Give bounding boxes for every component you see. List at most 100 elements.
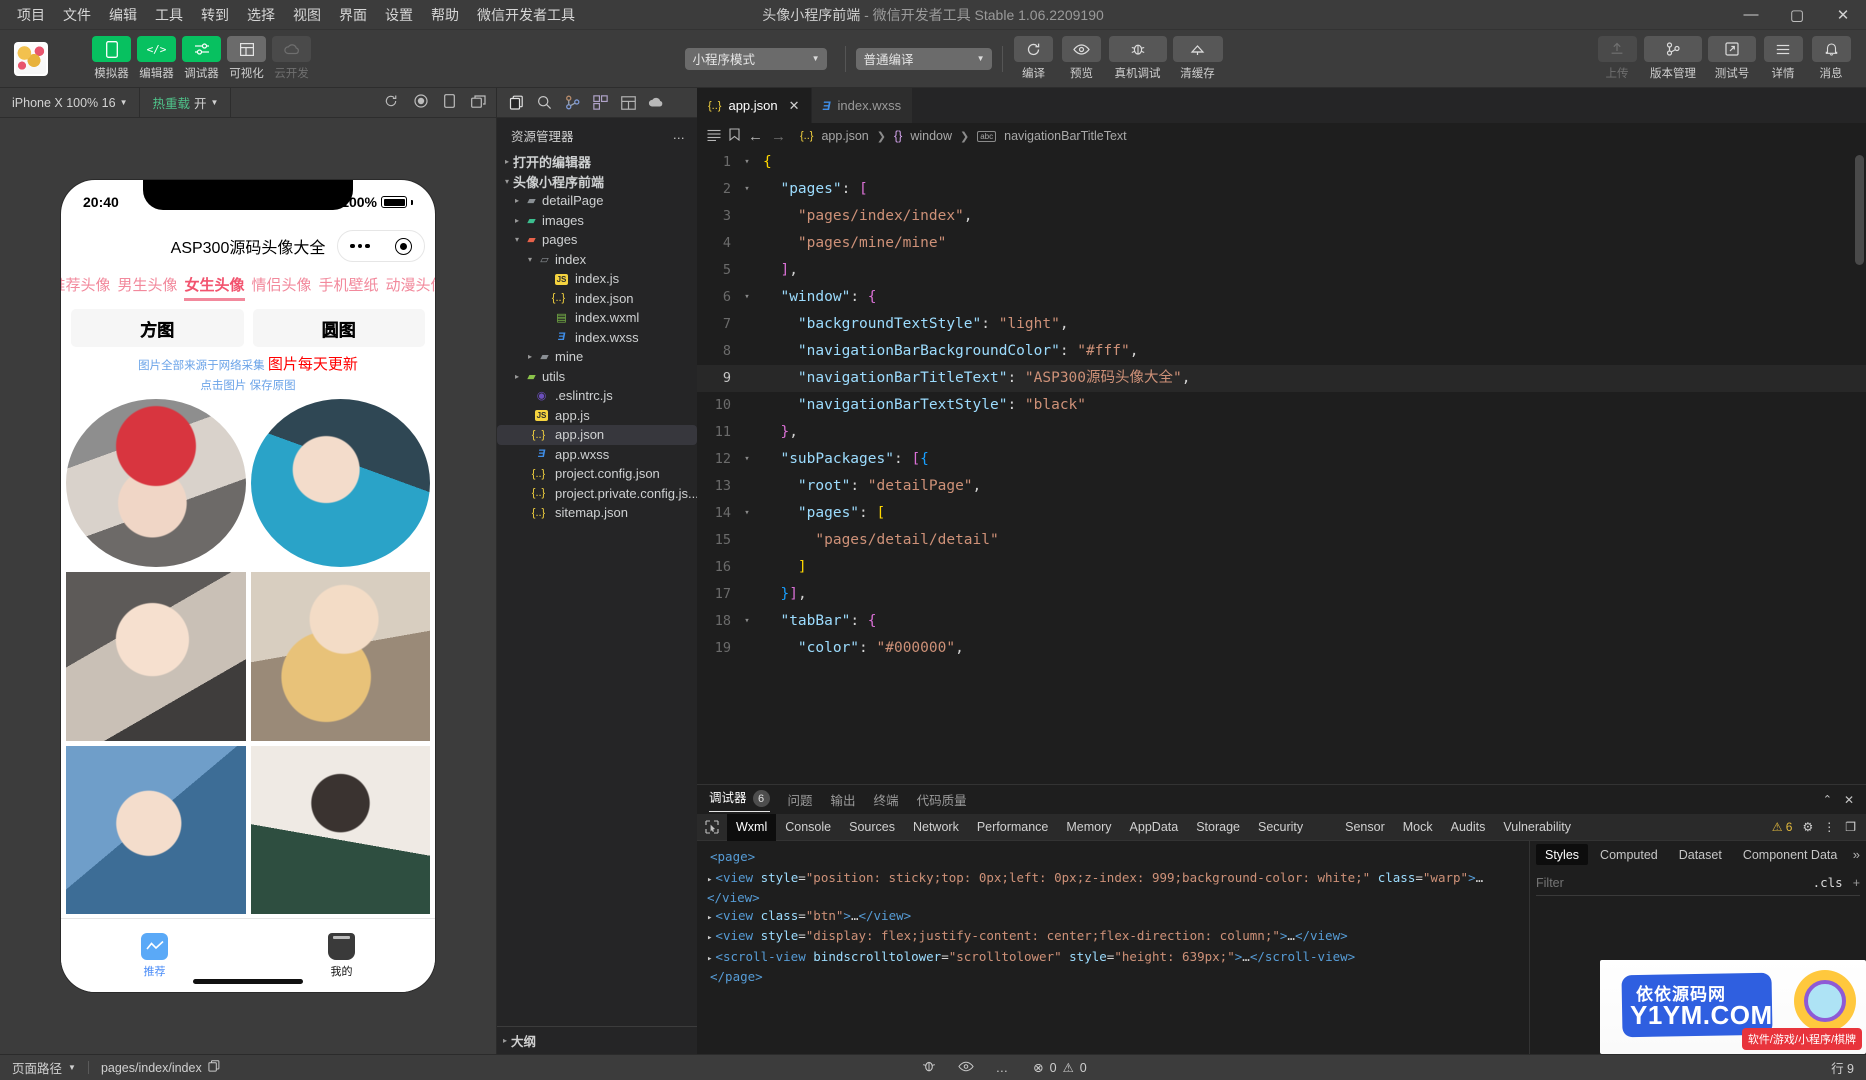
sim-window-icon[interactable]: [471, 94, 486, 111]
tree-item-detailpage[interactable]: ▸ ▰ detailPage: [497, 191, 697, 211]
mode-select[interactable]: 小程序模式 ▼: [684, 47, 827, 70]
breadcrumb-file[interactable]: app.json: [821, 129, 868, 143]
search-icon[interactable]: [531, 90, 557, 116]
sim-rotate-icon[interactable]: [444, 94, 455, 111]
menu-item-ui[interactable]: 界面: [330, 1, 376, 29]
tree-item-utils[interactable]: ▸ ▰ utils: [497, 367, 697, 387]
editor-outline-icon[interactable]: [707, 129, 721, 144]
editor-tab-app-json[interactable]: {..} app.json ✕: [697, 88, 812, 123]
copy-icon[interactable]: [503, 90, 529, 116]
menu-item-tools[interactable]: 工具: [146, 1, 192, 29]
tree-item-project-private-config[interactable]: {..} project.private.config.js...: [497, 484, 697, 504]
menu-item-devtools[interactable]: 微信开发者工具: [468, 1, 584, 29]
devtools-tab-vulnerability[interactable]: Vulnerability: [1494, 814, 1580, 841]
fold-toggle-icon[interactable]: ▾: [739, 284, 755, 311]
compile-button[interactable]: 编译: [1013, 36, 1055, 81]
wxml-tree[interactable]: <page> ▸ <view style="position: sticky;to…: [697, 841, 1529, 1054]
editor-scrollbar[interactable]: [1855, 155, 1864, 265]
fold-toggle-icon[interactable]: ▾: [739, 149, 755, 176]
tree-item-index-wxss[interactable]: Ǝ index.wxss: [497, 328, 697, 348]
tree-item-index-folder[interactable]: ▾ ▱ index: [497, 250, 697, 270]
tree-item-eslintrc[interactable]: ◉ .eslintrc.js: [497, 386, 697, 406]
bookmark-icon[interactable]: [729, 128, 740, 144]
menu-item-view[interactable]: 视图: [284, 1, 330, 29]
close-icon[interactable]: ✕: [789, 98, 800, 114]
debugger-tab-problems[interactable]: 问题: [788, 790, 813, 809]
category-tab-boys[interactable]: 男生头像: [117, 274, 177, 301]
styles-overflow-icon[interactable]: »: [1853, 847, 1860, 862]
eye-icon[interactable]: [957, 1061, 974, 1075]
expand-triangle-icon[interactable]: ▸: [707, 875, 712, 885]
shape-button-circle[interactable]: 圆图: [252, 309, 425, 347]
tree-item-index-wxml[interactable]: ▤ index.wxml: [497, 308, 697, 328]
hot-reload-toggle[interactable]: 热重载 开 ▼: [140, 87, 232, 118]
upload-button[interactable]: 上传: [1596, 36, 1638, 81]
devtools-tab-mock[interactable]: Mock: [1394, 814, 1442, 841]
cursor-position[interactable]: 行 9: [1819, 1055, 1866, 1080]
avatar-thumb[interactable]: [66, 572, 246, 741]
fold-toggle-icon[interactable]: ▾: [739, 176, 755, 203]
editor-tab-index-wxss[interactable]: Ǝ index.wxss: [811, 88, 914, 123]
menu-item-project[interactable]: 项目: [8, 1, 54, 29]
devtools-tab-sources[interactable]: Sources: [840, 814, 904, 841]
version-control-button[interactable]: 版本管理: [1644, 36, 1702, 81]
dock-icon[interactable]: ❐: [1845, 820, 1856, 834]
clear-cache-button[interactable]: 清缓存: [1172, 36, 1223, 81]
tree-item-project-root[interactable]: ▾ 头像小程序前端: [497, 172, 697, 192]
cloud-icon[interactable]: [643, 90, 669, 116]
more-vertical-icon[interactable]: ⋮: [1823, 820, 1835, 834]
tree-item-sitemap[interactable]: {..} sitemap.json: [497, 503, 697, 523]
devtools-tab-audits[interactable]: Audits: [1442, 814, 1495, 841]
fold-toggle-icon[interactable]: ▾: [739, 500, 755, 527]
bug-icon[interactable]: [922, 1059, 936, 1076]
avatar-thumb[interactable]: [66, 399, 246, 568]
avatar-thumb[interactable]: [66, 745, 246, 914]
styles-filter-input[interactable]: [1536, 875, 1746, 890]
styles-tab-styles[interactable]: Styles: [1536, 844, 1589, 865]
real-device-debug-button[interactable]: 真机调试: [1108, 36, 1167, 81]
simulator-toggle-button[interactable]: 模拟器: [92, 36, 131, 81]
devtools-tab-performance[interactable]: Performance: [968, 814, 1058, 841]
styles-tab-component-data[interactable]: Component Data: [1734, 844, 1847, 865]
debugger-toggle-button[interactable]: 调试器: [182, 36, 221, 81]
wechat-capsule[interactable]: [337, 230, 425, 262]
devtools-tab-wxml[interactable]: Wxml: [727, 813, 777, 841]
menu-item-settings[interactable]: 设置: [376, 1, 422, 29]
debugger-collapse-icon[interactable]: ⌃: [1823, 793, 1832, 806]
split-icon[interactable]: [615, 90, 641, 116]
styles-tab-computed[interactable]: Computed: [1591, 844, 1667, 865]
styles-tab-dataset[interactable]: Dataset: [1670, 844, 1731, 865]
element-picker-icon[interactable]: [697, 820, 727, 834]
nav-back-icon[interactable]: ←: [748, 128, 763, 145]
expand-triangle-icon[interactable]: ▸: [707, 954, 712, 964]
minimize-button[interactable]: —: [1728, 0, 1774, 30]
expand-triangle-icon[interactable]: ▸: [707, 933, 712, 943]
category-tab-couples[interactable]: 情侣头像: [252, 274, 312, 301]
cloud-dev-button[interactable]: 云开发: [272, 36, 311, 81]
devtools-tab-storage[interactable]: Storage: [1187, 814, 1249, 841]
fold-toggle-icon[interactable]: ▾: [739, 608, 755, 635]
more-dots-icon[interactable]: [350, 243, 370, 249]
fold-toggle-icon[interactable]: ▾: [739, 446, 755, 473]
shape-button-square[interactable]: 方图: [71, 309, 244, 347]
menu-item-goto[interactable]: 转到: [192, 1, 238, 29]
devtools-tab-sensor[interactable]: Sensor: [1336, 814, 1394, 841]
devtools-tab-network[interactable]: Network: [904, 814, 968, 841]
add-rule-button[interactable]: +: [1853, 876, 1860, 890]
tree-item-mine[interactable]: ▸ ▰ mine: [497, 347, 697, 367]
preview-button[interactable]: 预览: [1061, 36, 1103, 81]
tree-item-app-json[interactable]: {..} app.json: [497, 425, 697, 445]
maximize-button[interactable]: ▢: [1774, 0, 1820, 30]
details-button[interactable]: 详情: [1762, 36, 1804, 81]
warning-indicator[interactable]: ⚠ 6: [1772, 820, 1793, 834]
problems-indicator[interactable]: ⊗ 0 ⚠ 0: [1021, 1055, 1141, 1080]
category-tab-girls[interactable]: 女生头像: [184, 274, 245, 301]
menu-item-edit[interactable]: 编辑: [100, 1, 146, 29]
compile-select[interactable]: 普通编译 ▼: [855, 47, 992, 70]
tree-item-images[interactable]: ▸ ▰ images: [497, 211, 697, 231]
devtools-tab-security[interactable]: Security: [1249, 814, 1312, 841]
menu-item-select[interactable]: 选择: [238, 1, 284, 29]
editor-toggle-button[interactable]: </> 编辑器: [137, 36, 176, 81]
close-button[interactable]: ✕: [1820, 0, 1866, 30]
devtools-tab-memory[interactable]: Memory: [1057, 814, 1120, 841]
